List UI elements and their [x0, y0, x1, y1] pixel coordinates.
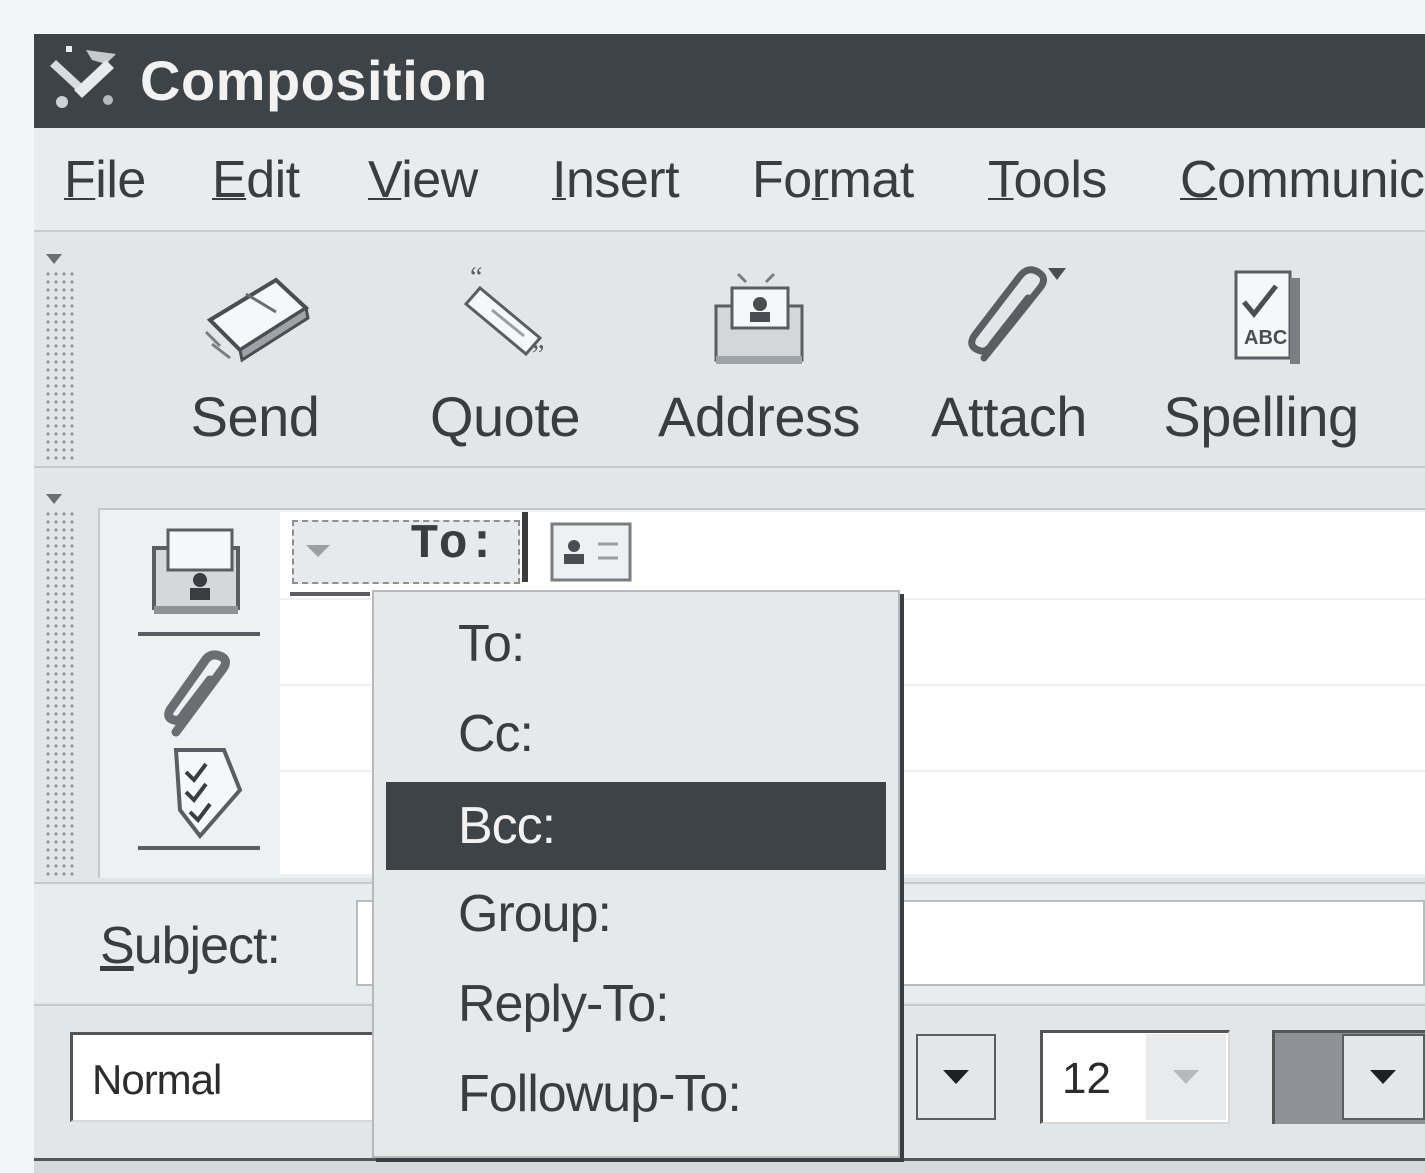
paragraph-style-value: Normal [92, 1056, 222, 1103]
attachments-tab-icon[interactable] [140, 640, 260, 752]
quote-label: Quote [429, 385, 581, 448]
menu-insert[interactable]: Insert [552, 150, 680, 210]
address-type-indicator [290, 592, 370, 596]
options-tab-indicator [138, 846, 260, 850]
chevron-down-icon [1370, 1070, 1396, 1084]
toolbar-grip[interactable] [44, 270, 76, 460]
svg-text:ABC: ABC [1244, 327, 1287, 349]
address-tab-indicator [138, 632, 260, 636]
address-book-icon [714, 272, 804, 364]
send-label: Send [190, 385, 320, 448]
svg-text:“: “ [470, 262, 482, 293]
address-button[interactable]: Address [654, 254, 864, 454]
menu-option-bcc[interactable]: Bcc: [386, 782, 886, 870]
font-size-value: 12 [1062, 1054, 1111, 1103]
chevron-down-icon [1173, 1070, 1199, 1084]
subject-label: Subject: [100, 917, 281, 975]
menu-edit[interactable]: Edit [212, 150, 300, 210]
spelling-button[interactable]: ABC Spelling [1156, 254, 1366, 454]
spellcheck-icon: ABC [1234, 270, 1300, 364]
address-collapse-arrow-icon[interactable] [46, 494, 62, 504]
attach-button[interactable]: Attach [904, 254, 1114, 454]
send-icon [204, 277, 310, 363]
dropdown-arrow-icon [306, 545, 330, 557]
menu-option-group[interactable]: Group: [386, 870, 886, 958]
options-tab-icon[interactable] [140, 740, 260, 852]
address-label: Address [658, 385, 860, 448]
window-top-edge [0, 0, 1425, 34]
menu-communicator[interactable]: Communic [1180, 150, 1425, 210]
contact-card-icon [550, 522, 632, 582]
svg-text:”: ” [532, 340, 544, 371]
address-type-separator [522, 512, 528, 582]
address-type-label: To: [410, 518, 497, 572]
window-left-edge [0, 0, 34, 1173]
composition-app-icon [50, 46, 116, 108]
quote-button[interactable]: “ ” Quote [400, 254, 610, 454]
menu-file[interactable]: File [64, 150, 146, 210]
paperclip-icon [968, 266, 1066, 362]
spelling-label: Spelling [1163, 385, 1359, 448]
menu-tools[interactable]: Tools [988, 150, 1107, 210]
send-button[interactable]: Send [150, 254, 360, 454]
menu-option-followup-to[interactable]: Followup-To: [386, 1050, 886, 1138]
menu-format[interactable]: Format [752, 150, 914, 210]
attach-label: Attach [931, 385, 1087, 448]
address-book-tab-icon[interactable] [140, 518, 260, 630]
menu-option-cc[interactable]: Cc: [386, 690, 886, 778]
toolbar-collapse-arrow-icon[interactable] [46, 254, 62, 264]
menu-view[interactable]: View [368, 150, 478, 210]
menu-option-reply-to[interactable]: Reply-To: [386, 960, 886, 1048]
chevron-down-icon [943, 1070, 969, 1084]
quote-icon: “ ” [463, 262, 544, 371]
menu-option-to[interactable]: To: [386, 600, 886, 688]
window-title: Composition [140, 49, 488, 112]
address-grip[interactable] [44, 510, 76, 880]
message-body-top-edge [34, 1158, 1425, 1173]
